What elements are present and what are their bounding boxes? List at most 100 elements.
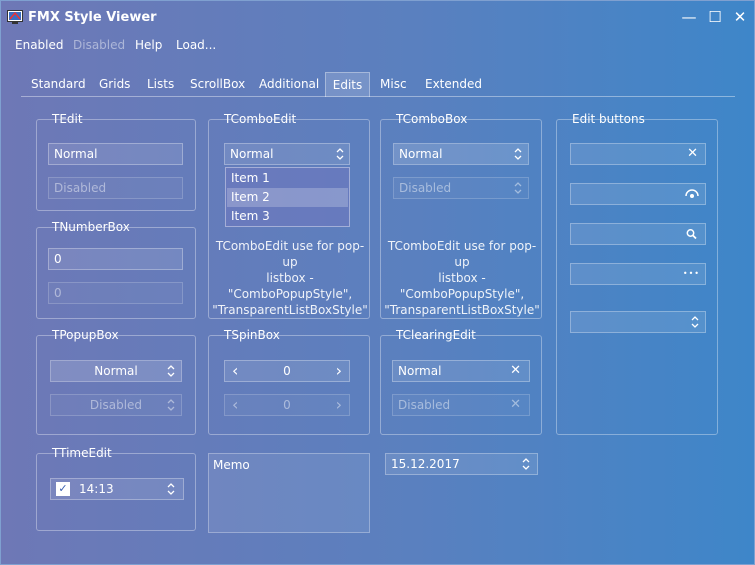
group-title: Edit buttons: [572, 112, 645, 126]
list-item[interactable]: Item 1: [227, 169, 348, 188]
group-edit-buttons: Edit buttons ✕ •••: [556, 112, 718, 435]
clear-icon: ✕: [510, 397, 521, 412]
tab-bar: Standard Grids Lists ScrollBox Additiona…: [21, 72, 735, 97]
combobox-normal[interactable]: Normal: [393, 143, 529, 165]
tab-edits[interactable]: Edits: [325, 72, 370, 97]
caption-line: "TransparentListBoxStyle": [384, 303, 540, 317]
spin-button-edit[interactable]: [570, 311, 706, 333]
list-item-selected[interactable]: Item 2: [227, 188, 348, 207]
time-value: 14:13: [79, 482, 114, 496]
close-button[interactable]: ✕: [726, 5, 754, 29]
popupbox-normal[interactable]: Normal: [50, 360, 182, 382]
ellipsis-button-edit[interactable]: •••: [570, 263, 706, 285]
tedit-disabled-input: Disabled: [48, 177, 183, 199]
ellipsis-icon[interactable]: •••: [683, 264, 700, 284]
checkbox[interactable]: ✓: [56, 482, 70, 496]
minimize-button[interactable]: —: [675, 5, 703, 29]
tab-scrollbox[interactable]: ScrollBox: [188, 73, 247, 96]
combobox-value: Normal: [399, 147, 443, 161]
group-title: TClearingEdit: [396, 328, 476, 342]
group-tpopupbox: TPopupBox Normal Disabled: [36, 328, 196, 435]
menu-bar: Enabled Disabled Help Load...: [1, 33, 754, 59]
list-item[interactable]: Item 3: [227, 207, 348, 226]
input-value: Disabled: [54, 181, 107, 195]
updown-icon[interactable]: [691, 312, 699, 332]
spinbox-value: 0: [283, 398, 291, 412]
tedit-normal-input[interactable]: Normal: [48, 143, 183, 165]
updown-icon: [167, 361, 175, 381]
input-value: Normal: [230, 147, 274, 161]
clear-button-edit[interactable]: ✕: [570, 143, 706, 165]
caption-line: TComboEdit use for pop-up: [387, 239, 537, 269]
spinbox-normal[interactable]: ‹ 0 ›: [224, 360, 350, 382]
comboedit-caption: TComboEdit use for pop-up listbox - "Com…: [209, 238, 371, 318]
search-button-edit[interactable]: [570, 223, 706, 245]
numberbox-disabled: 0: [48, 282, 183, 304]
updown-icon: [167, 395, 175, 415]
group-title: TEdit: [52, 112, 83, 126]
menu-disabled: Disabled: [73, 38, 126, 52]
updown-icon[interactable]: [167, 479, 175, 499]
maximize-button[interactable]: ☐: [701, 5, 729, 29]
updown-icon: [514, 144, 522, 164]
group-ttimeedit: TTimeEdit ✓ 14:13: [36, 446, 196, 531]
spin-down-icon[interactable]: ‹: [232, 361, 238, 381]
input-value: 0: [54, 286, 62, 300]
comboedit-input[interactable]: Normal: [224, 143, 350, 165]
tab-additional[interactable]: Additional: [257, 73, 321, 96]
clearingedit-normal[interactable]: Normal ✕: [392, 360, 530, 382]
tab-misc[interactable]: Misc: [378, 73, 409, 96]
spinbox-disabled: ‹ 0 ›: [224, 394, 350, 416]
combobox-caption: TComboEdit use for pop-up listbox - "Com…: [381, 238, 543, 318]
tab-extended[interactable]: Extended: [423, 73, 484, 96]
input-value: 0: [54, 252, 62, 266]
input-value: Normal: [54, 147, 98, 161]
group-title: TNumberBox: [52, 220, 130, 234]
group-title: TSpinBox: [224, 328, 280, 342]
tab-standard[interactable]: Standard: [29, 73, 88, 96]
numberbox-normal[interactable]: 0: [48, 248, 183, 270]
comboedit-popup-listbox: Item 1 Item 2 Item 3: [225, 167, 350, 227]
eye-icon[interactable]: [685, 184, 699, 204]
group-tcombobox: TComboBox Normal Disabled TComboEdit use…: [380, 112, 543, 319]
group-tcomboedit: TComboEdit Normal Item 1 Item 2 Item 3 T…: [208, 112, 371, 319]
updown-icon: [514, 178, 522, 198]
search-icon[interactable]: [686, 224, 697, 244]
clear-icon[interactable]: ✕: [687, 144, 698, 164]
clearingedit-disabled: Disabled ✕: [392, 394, 530, 416]
group-tnumberbox: TNumberBox 0 0: [36, 220, 196, 319]
input-value: Normal: [398, 364, 442, 378]
menu-enabled[interactable]: Enabled: [15, 38, 64, 52]
combobox-value: Disabled: [399, 181, 452, 195]
group-tclearingedit: TClearingEdit Normal ✕ Disabled ✕: [380, 328, 542, 435]
date-edit[interactable]: 15.12.2017: [385, 453, 538, 475]
group-title: TPopupBox: [52, 328, 119, 342]
password-button-edit[interactable]: [570, 183, 706, 205]
timeedit-input[interactable]: ✓ 14:13: [50, 478, 184, 500]
tab-grids[interactable]: Grids: [97, 73, 132, 96]
group-title: TComboEdit: [224, 112, 297, 126]
combobox-disabled: Disabled: [393, 177, 529, 199]
spinbox-value: 0: [283, 364, 291, 378]
popupbox-disabled: Disabled: [50, 394, 182, 416]
close-icon: ✕: [733, 8, 747, 26]
updown-icon[interactable]: [522, 454, 530, 474]
maximize-icon: ☐: [708, 8, 722, 26]
memo[interactable]: Memo: [208, 453, 370, 533]
popupbox-value: Normal: [94, 364, 138, 378]
updown-icon[interactable]: [336, 144, 344, 164]
group-title: TComboBox: [396, 112, 468, 126]
input-value: Disabled: [398, 398, 451, 412]
menu-load[interactable]: Load...: [176, 38, 216, 52]
app-window: FMX Style Viewer — ☐ ✕ Enabled Disabled …: [0, 0, 755, 565]
minimize-icon: —: [681, 8, 697, 26]
caption-line: "ComboPopupStyle",: [227, 287, 353, 301]
menu-help[interactable]: Help: [135, 38, 162, 52]
spin-down-icon: ‹: [232, 395, 239, 414]
spin-up-icon: ›: [335, 395, 342, 414]
tab-lists[interactable]: Lists: [145, 73, 176, 96]
caption-line: listbox -: [266, 271, 314, 285]
title-bar: FMX Style Viewer — ☐ ✕: [1, 1, 754, 33]
spin-up-icon[interactable]: ›: [336, 361, 342, 381]
clear-icon[interactable]: ✕: [510, 361, 521, 381]
